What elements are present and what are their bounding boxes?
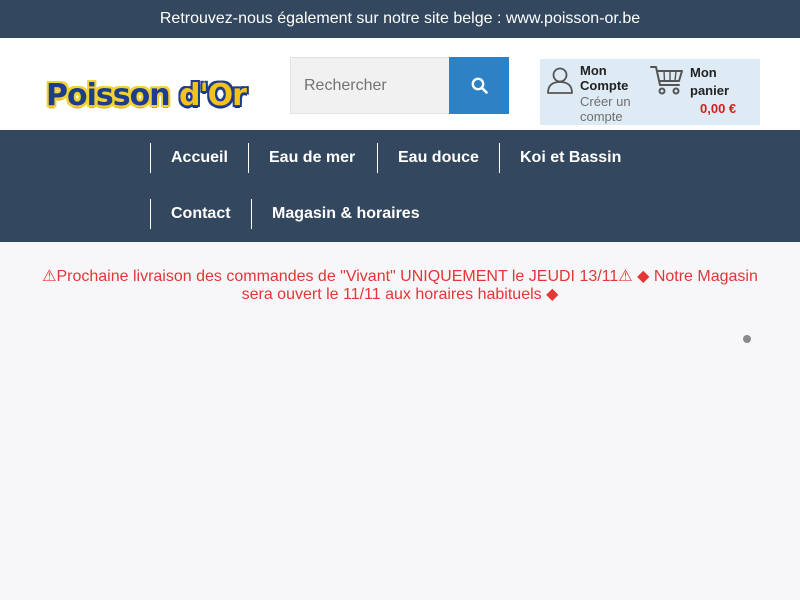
- search-button[interactable]: [449, 57, 509, 114]
- search-input[interactable]: [290, 57, 450, 114]
- cart-link[interactable]: Mon panier: [690, 64, 745, 100]
- main-navigation: Accueil Eau de mer Eau douce Koi et Bass…: [0, 130, 800, 242]
- notice-message: ⚠Prochaine livraison des commandes de "V…: [42, 268, 758, 303]
- nav-item-koi-et-bassin[interactable]: Koi et Bassin: [500, 130, 641, 186]
- cart-total: 0,00 €: [700, 101, 737, 116]
- shopping-cart-icon[interactable]: [650, 64, 684, 96]
- create-account-link[interactable]: Créer un compte: [580, 94, 640, 124]
- nav-item-magasin-horaires[interactable]: Magasin & horaires: [252, 186, 440, 242]
- site-logo[interactable]: Poisson d'Or: [46, 78, 247, 114]
- top-banner: Retrouvez-nous également sur notre site …: [0, 0, 800, 38]
- nav-item-contact[interactable]: Contact: [151, 186, 251, 242]
- nav-item-eau-de-mer[interactable]: Eau de mer: [249, 130, 375, 186]
- nav-item-accueil[interactable]: Accueil: [151, 130, 248, 186]
- account-link[interactable]: Mon Compte: [580, 63, 640, 93]
- logo-text-dor: d'Or: [179, 78, 247, 113]
- user-icon[interactable]: [545, 65, 575, 95]
- logo-text-poisson: Poisson: [46, 78, 180, 113]
- account-cart-panel: Mon Compte Créer un compte Mon panier 0,…: [540, 59, 760, 125]
- top-banner-text: Retrouvez-nous également sur notre site …: [159, 10, 641, 27]
- search-icon: [471, 77, 488, 94]
- site-header: Poisson d'Or Mon Compte Créer un compte …: [0, 38, 800, 130]
- carousel-indicator[interactable]: [743, 335, 751, 343]
- nav-item-eau-douce[interactable]: Eau douce: [378, 130, 499, 186]
